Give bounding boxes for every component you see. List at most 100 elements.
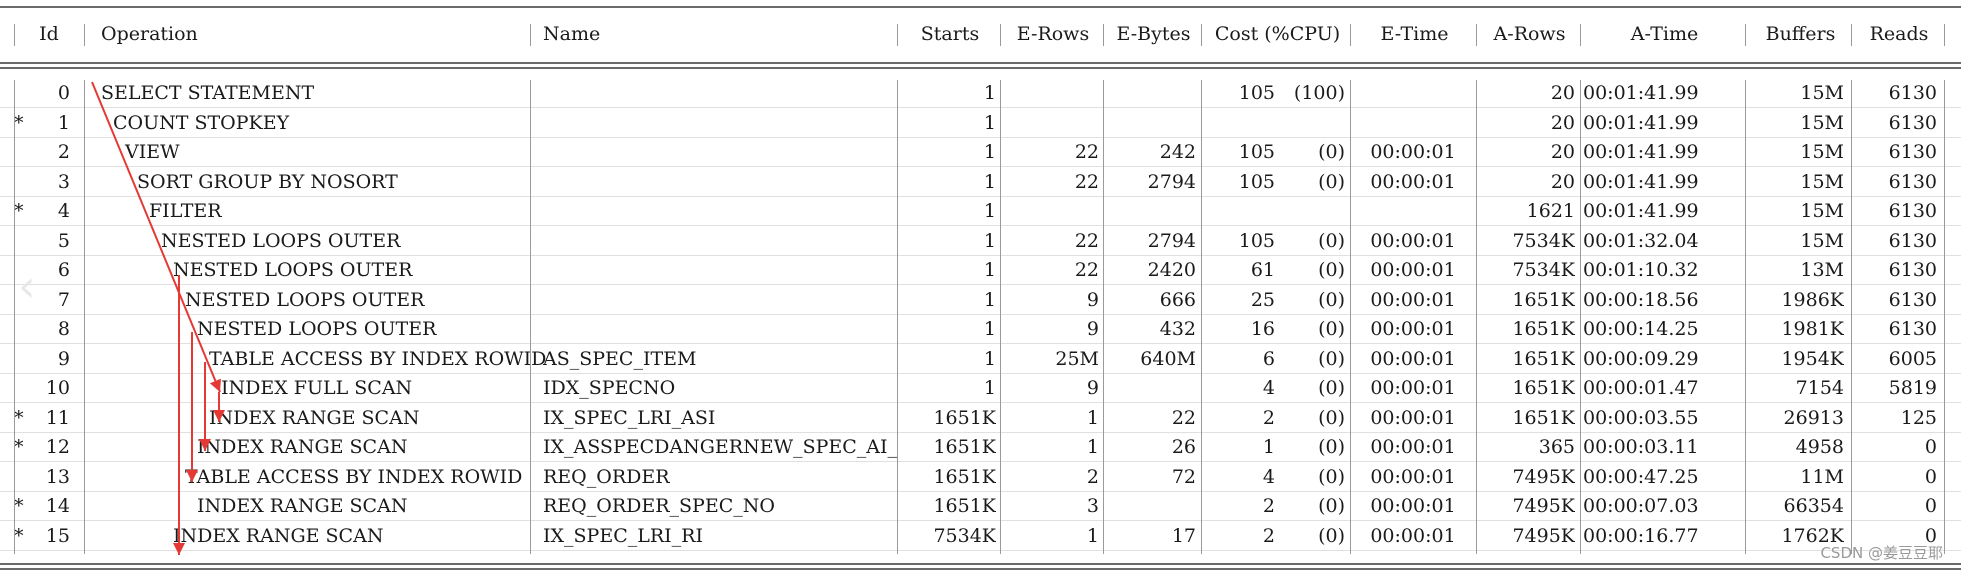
cell-id: 15 [45,524,70,547]
watermark: CSDN @姜豆豆耶 [1820,544,1943,562]
cell-reads: 6130 [1888,170,1937,193]
cell-cpu: (0) [1318,229,1345,252]
plan-row: * 1 COUNT STOPKEY 1 20 00:01:41.99 15M 6130 [0,109,1961,138]
cell-cpu: (0) [1318,288,1345,311]
cell-etime [1352,79,1474,108]
cell-reads: 6130 [1888,200,1937,222]
cell-name [543,315,898,344]
header-rule-lower [0,67,1961,69]
cell-cpu: (100) [1293,82,1345,104]
cell-etime: 00:00:01 [1370,259,1456,281]
cell-cost: 6 [1262,347,1275,370]
cell-name: IDX_SPECNO [543,377,676,399]
cell-atime: 00:00:18.56 [1583,288,1699,311]
cell-atime: 00:00:03.11 [1583,436,1699,458]
cell-atime: 00:01:41.99 [1583,170,1699,193]
cell-name: IX_ASSPECDANGERNEW_SPEC_AI_OP [543,436,898,458]
cell-atime: 00:01:41.99 [1583,200,1699,222]
cell-starts: 1 [983,229,996,252]
cell-cpu: (0) [1318,377,1345,399]
cell-buffers: 1981K [1781,318,1844,340]
body-separator [1476,80,1477,554]
header-etime: E-Time [1380,23,1449,45]
header-name: Name [543,23,601,45]
cell-atime: 00:00:01.47 [1583,377,1699,399]
plan-row: * 11 INDEX RANGE SCAN IX_SPEC_LRI_ASI 1651K 1… [0,404,1961,433]
cell-reads: 125 [1900,406,1937,429]
cell-name: IX_SPEC_LRI_ASI [543,406,716,429]
cell-starts: 1651K [933,436,996,458]
cell-id: 2 [57,141,70,163]
body-separator [530,80,531,554]
cell-id: 5 [57,229,70,252]
cell-arows: 7534K [1512,229,1575,252]
cell-reads: 6005 [1888,347,1937,370]
cell-buffers: 15M [1800,229,1844,252]
cell-ebytes: 17 [1171,524,1196,547]
cell-erows: 3 [1086,495,1099,517]
cell-cost: 105 [1238,82,1275,104]
body-separator [1745,80,1746,554]
cell-erows [1003,109,1099,138]
plan-row: 3 SORT GROUP BY NOSORT 1 22 2794 105 (0) 00:00:… [0,168,1961,197]
cell-op: NESTED LOOPS OUTER [173,259,413,281]
cell-atime: 00:01:41.99 [1583,141,1699,163]
body-separator [1851,80,1852,554]
cell-arows: 20 [1550,170,1575,193]
cell-erows: 9 [1086,377,1099,399]
body-separator [1944,80,1945,554]
cell-name [543,256,898,285]
cell-reads: 6130 [1888,288,1937,311]
header-cost: Cost (%CPU) [1214,23,1341,45]
cell-cost: 16 [1250,318,1275,340]
cell-ebytes [1106,197,1196,226]
cell-id: 1 [57,111,70,134]
plan-header: Id Operation Name Starts E-Rows E-Bytes … [0,20,1961,49]
cell-cpu: (0) [1318,436,1345,458]
plan-row: 13 TABLE ACCESS BY INDEX ROWID REQ_ORDER 16… [0,463,1961,492]
cell-buffers: 15M [1800,170,1844,193]
cell-etime: 00:00:01 [1370,495,1456,517]
body-separator [1201,80,1202,554]
header-ebytes: E-Bytes [1116,23,1191,45]
cell-op: INDEX RANGE SCAN [197,495,408,517]
cell-name [543,109,898,138]
cell-arows: 7495K [1512,524,1575,547]
header-separator [1103,24,1104,46]
header-separator [1350,24,1351,46]
cell-reads: 6130 [1888,318,1937,340]
cell-op: SORT GROUP BY NOSORT [137,170,398,193]
cell-cost: 2 [1262,495,1275,517]
cell-starts: 1 [983,141,996,163]
header-separator [1745,24,1746,46]
cell-etime: 00:00:01 [1370,170,1456,193]
cell-cost: 105 [1238,141,1275,163]
cell-erows: 9 [1086,288,1099,311]
chevron-left-icon[interactable]: ‹ [18,262,58,312]
cell-op: INDEX RANGE SCAN [197,436,408,458]
cell-id: 0 [57,82,70,104]
cell-erows: 1 [1086,524,1099,547]
cell-op: COUNT STOPKEY [113,111,290,134]
cell-ebytes: 26 [1171,436,1196,458]
header-rule [0,62,1961,64]
cell-cost: 1 [1262,436,1275,458]
cell-cpu: (0) [1318,406,1345,429]
header-starts: Starts [920,23,980,45]
cell-erows: 1 [1086,436,1099,458]
cell-ebytes: 640M [1140,347,1196,370]
cell-id: 4 [57,200,70,222]
cell-starts: 7534K [933,524,996,547]
bottom-rule-lower [0,568,1961,570]
cell-cpu: (0) [1318,524,1345,547]
plan-row: 2 VIEW 1 22 242 105 (0) 00:00:01 20 00:01:41.99 15… [0,138,1961,167]
bottom-rule [0,563,1961,565]
cell-buffers: 66354 [1783,495,1844,517]
cell-erows: 25M [1055,347,1099,370]
body-separator [1000,80,1001,554]
cell-etime: 00:00:01 [1370,318,1456,340]
cell-buffers: 26913 [1783,406,1844,429]
cell-etime: 00:00:01 [1370,229,1456,252]
plan-row: 9 TABLE ACCESS BY INDEX ROWID AS_SPEC_ITEM… [0,345,1961,374]
cell-name [543,168,898,197]
